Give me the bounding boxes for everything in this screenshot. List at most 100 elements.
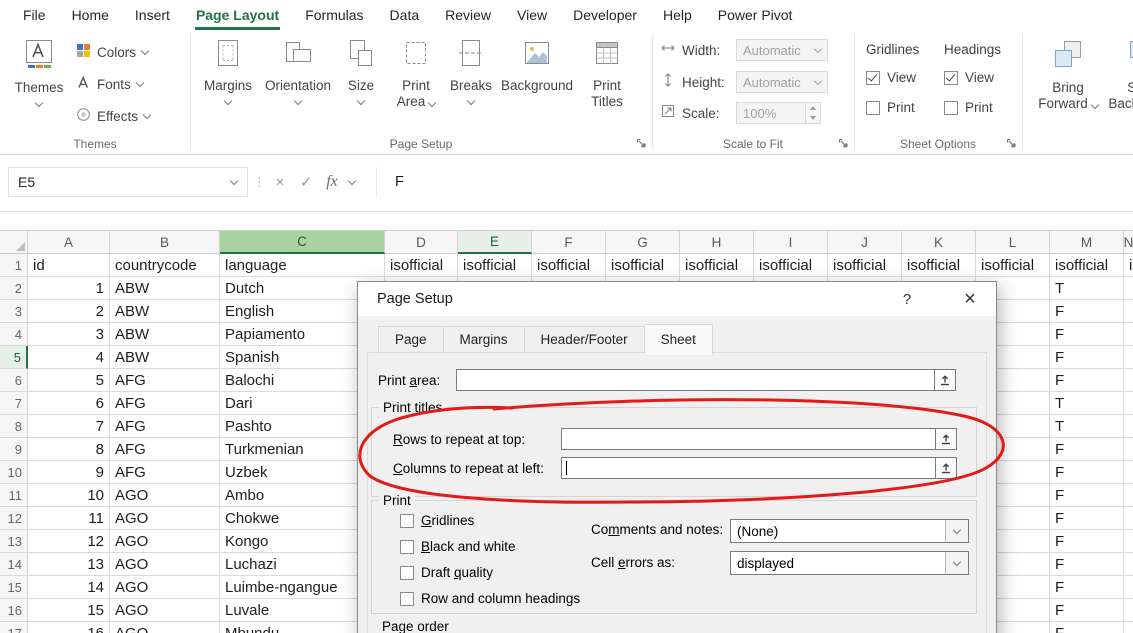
bring-forward-button[interactable]: Bring Forward [1040, 34, 1096, 112]
background-button[interactable]: Background [500, 34, 574, 94]
dialog-tab[interactable]: Margins [444, 326, 525, 353]
cell[interactable] [1124, 438, 1133, 461]
dialog-checkbox-row[interactable]: Draft quality [400, 565, 580, 580]
row-header[interactable]: 9 [0, 438, 28, 461]
column-header[interactable]: G [606, 231, 680, 254]
cell[interactable]: ABW [110, 300, 220, 323]
checkbox[interactable] [400, 514, 414, 528]
ribbon-tab[interactable]: Page Layout [183, 0, 292, 30]
row-header[interactable]: 3 [0, 300, 28, 323]
scale-to-fit-dialog-launcher[interactable] [836, 136, 850, 150]
margins-button[interactable]: Margins [200, 34, 256, 104]
column-header[interactable]: D [385, 231, 458, 254]
column-header[interactable]: F [532, 231, 606, 254]
breaks-button[interactable]: Breaks [446, 34, 496, 104]
collapse-dialog-button[interactable] [936, 457, 957, 479]
cell[interactable]: isofficial [458, 254, 532, 277]
cell[interactable]: id [28, 254, 110, 277]
cell[interactable]: F [1050, 553, 1124, 576]
column-header[interactable]: N [1124, 231, 1133, 254]
cell[interactable]: isofficial [532, 254, 606, 277]
column-header[interactable]: A [28, 231, 110, 254]
row-header[interactable]: 14 [0, 553, 28, 576]
cell[interactable]: AGO [110, 599, 220, 622]
cell[interactable]: 4 [28, 346, 110, 369]
row-header[interactable]: 16 [0, 599, 28, 622]
comments-dropdown[interactable]: (None) [730, 519, 969, 543]
name-box[interactable]: E5 [8, 167, 248, 197]
cell[interactable]: isofficial [828, 254, 902, 277]
cell[interactable] [1124, 576, 1133, 599]
dialog-checkbox-row[interactable]: Black and white [400, 539, 580, 554]
row-header[interactable]: 15 [0, 576, 28, 599]
enter-button[interactable]: ✓ [294, 167, 318, 197]
cell[interactable]: AFG [110, 369, 220, 392]
cell[interactable]: 12 [28, 530, 110, 553]
cell[interactable] [1124, 484, 1133, 507]
cell[interactable]: AGO [110, 622, 220, 633]
dialog-checkbox-row[interactable]: Gridlines [400, 513, 580, 528]
cell[interactable]: T [1050, 277, 1124, 300]
cell[interactable]: F [1050, 346, 1124, 369]
cell[interactable]: isofficial [1050, 254, 1124, 277]
cell[interactable] [1124, 369, 1133, 392]
cell[interactable]: AFG [110, 415, 220, 438]
cell[interactable]: F [1050, 484, 1124, 507]
cell[interactable]: language [220, 254, 385, 277]
ribbon-tab[interactable]: Formulas [292, 0, 376, 30]
cell[interactable]: F [1050, 622, 1124, 633]
height-dropdown[interactable]: Automatic [736, 71, 828, 93]
headings-print-row[interactable]: Print [944, 100, 993, 115]
column-header[interactable]: M [1050, 231, 1124, 254]
cell[interactable] [1124, 300, 1133, 323]
cell[interactable]: isofficial [680, 254, 754, 277]
cell[interactable]: F [1050, 369, 1124, 392]
cell[interactable]: F [1050, 300, 1124, 323]
column-header[interactable]: J [828, 231, 902, 254]
cell[interactable]: T [1050, 392, 1124, 415]
cell[interactable]: 3 [28, 323, 110, 346]
cell[interactable]: F [1050, 576, 1124, 599]
themes-button[interactable]: Themes [10, 34, 68, 106]
print-area-input[interactable] [456, 369, 935, 391]
print-titles-button[interactable]: Print Titles [580, 34, 634, 110]
cell[interactable]: 8 [28, 438, 110, 461]
cell[interactable] [1124, 530, 1133, 553]
chevron-down-icon[interactable] [945, 552, 968, 574]
chevron-down-icon[interactable] [945, 520, 968, 542]
cell[interactable]: AGO [110, 507, 220, 530]
cell[interactable]: T [1050, 415, 1124, 438]
cell[interactable] [1124, 622, 1133, 633]
ribbon-tab[interactable]: File [10, 0, 59, 30]
row-header[interactable]: 6 [0, 369, 28, 392]
cell[interactable]: F [1050, 438, 1124, 461]
formula-input[interactable]: F [395, 167, 404, 197]
row-header[interactable]: 4 [0, 323, 28, 346]
width-dropdown[interactable]: Automatic [736, 39, 828, 61]
column-header[interactable]: B [110, 231, 220, 254]
cell[interactable]: 16 [28, 622, 110, 633]
headings-view-row[interactable]: View [944, 70, 994, 85]
cell[interactable]: 6 [28, 392, 110, 415]
cancel-button[interactable]: × [268, 167, 292, 197]
cell-errors-dropdown[interactable]: displayed [730, 551, 969, 575]
cell[interactable]: 13 [28, 553, 110, 576]
row-header[interactable]: 2 [0, 277, 28, 300]
cell[interactable] [1124, 461, 1133, 484]
theme-fonts-button[interactable]: Fonts [76, 72, 143, 96]
row-header[interactable]: 7 [0, 392, 28, 415]
column-header[interactable]: I [754, 231, 828, 254]
help-button[interactable]: ? [890, 282, 924, 316]
rows-to-repeat-input[interactable] [561, 428, 936, 450]
row-header[interactable]: 12 [0, 507, 28, 530]
print-area-button[interactable]: Print Area [390, 34, 442, 110]
cell[interactable]: AGO [110, 576, 220, 599]
cell[interactable] [1124, 553, 1133, 576]
checkbox[interactable] [400, 566, 414, 580]
send-backward-button[interactable]: Send Backward [1108, 34, 1133, 112]
scale-spinner[interactable] [806, 102, 821, 124]
cell[interactable]: countrycode [110, 254, 220, 277]
cell[interactable]: AFG [110, 438, 220, 461]
ribbon-tab[interactable]: Power Pivot [705, 0, 806, 30]
column-header[interactable]: L [976, 231, 1050, 254]
